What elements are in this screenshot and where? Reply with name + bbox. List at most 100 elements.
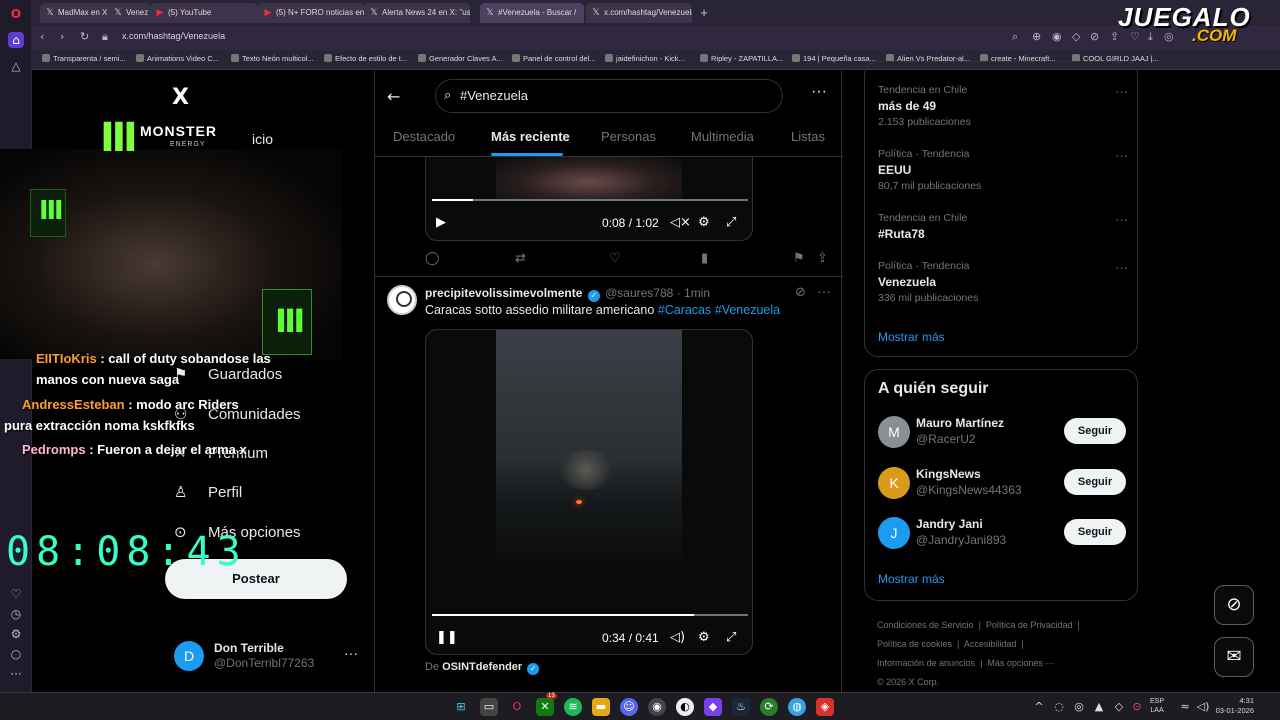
follow-button[interactable]: Seguir xyxy=(1064,519,1126,545)
follow-button[interactable]: Seguir xyxy=(1064,418,1126,444)
repost-icon[interactable]: ⇄ xyxy=(515,251,526,266)
tray-icon[interactable]: ◌ xyxy=(1050,698,1068,716)
search-input[interactable] xyxy=(460,88,760,103)
tray-chevron-icon[interactable]: ^ xyxy=(1030,698,1048,716)
more-icon[interactable]: ··· xyxy=(1115,148,1128,163)
fullscreen-icon[interactable]: ⤢ xyxy=(726,630,736,645)
messages-icon[interactable]: ✉ xyxy=(1214,637,1254,677)
bookmark-item[interactable]: Animations Video C... xyxy=(136,54,219,63)
avatar[interactable] xyxy=(387,285,417,315)
trend-item[interactable]: Tendencia en Chile más de 49 2.153 publi… xyxy=(878,84,1128,128)
follow-suggestion[interactable]: J Jandry Jani @JandryJani893 Seguir xyxy=(878,515,1128,551)
source-account-link[interactable]: OSINTdefender xyxy=(442,661,522,673)
bookmark-item[interactable]: Transparenta / semi... xyxy=(42,54,126,63)
new-tab-button[interactable]: + xyxy=(696,5,712,21)
zoom-icon[interactable]: ⊕ xyxy=(1032,30,1041,43)
post-time[interactable]: 1min xyxy=(684,286,710,300)
trend-item[interactable]: Tendencia en Chile #Ruta78 ··· xyxy=(878,212,1128,241)
x-logo-icon[interactable]: X xyxy=(172,85,189,110)
settings-icon[interactable]: ⚙ xyxy=(698,630,710,645)
tray-icon[interactable]: ◎ xyxy=(1070,698,1088,716)
footer-link[interactable]: Política de Privacidad xyxy=(986,620,1073,630)
discord-icon[interactable]: ☺ xyxy=(620,698,638,716)
obs-icon[interactable]: ◉ xyxy=(648,698,666,716)
heart-icon[interactable]: ♡ xyxy=(8,586,24,602)
folder-icon[interactable]: ▬ xyxy=(592,698,610,716)
author-name[interactable]: precipitevolissimevolmente xyxy=(425,286,582,300)
browser-tab[interactable]: ▶ (5) N+ FORO noticias en xyxy=(258,3,364,23)
footer-link[interactable]: Más opciones ··· xyxy=(987,658,1054,668)
bookmark-item[interactable]: 194 | Pequeña casa... xyxy=(792,54,876,63)
more-icon[interactable]: ··· xyxy=(1115,84,1128,99)
footer-link[interactable]: Información de anuncios xyxy=(877,658,975,668)
browser-tab-active[interactable]: 𝕏 #Venezuela - Buscar / xyxy=(480,3,584,23)
browser-tab[interactable]: ▶ (5) YouTube xyxy=(150,3,258,23)
app-icon[interactable]: ◐ xyxy=(676,698,694,716)
tab-listas[interactable]: Listas xyxy=(791,129,825,144)
tab-destacado[interactable]: Destacado xyxy=(393,129,455,144)
settings-icon[interactable]: ⚙ xyxy=(8,626,24,642)
search-icon[interactable]: ⌕ xyxy=(1012,30,1018,44)
more-icon[interactable]: ··· xyxy=(817,283,831,299)
tray-icon[interactable]: ▲ xyxy=(1090,698,1108,716)
fullscreen-icon[interactable]: ⤢ xyxy=(726,215,736,230)
show-more-link[interactable]: Mostrar más xyxy=(878,572,945,586)
share-icon[interactable]: ⇪ xyxy=(817,251,828,266)
more-icon[interactable]: ··· xyxy=(1115,212,1128,227)
nav-item-perfil[interactable]: ♙ Perfil xyxy=(174,483,242,511)
pause-icon[interactable]: ❚❚ xyxy=(436,630,458,645)
mute-icon[interactable]: ◁× xyxy=(670,215,691,230)
bookmark-item[interactable]: Efecto de estilo de t... xyxy=(324,54,407,63)
task-view-icon[interactable]: ▭ xyxy=(480,698,498,716)
account-switcher[interactable]: D Don Terrible @DonTerribl77263 ··· xyxy=(174,637,364,677)
search-box[interactable]: ⌕ xyxy=(435,79,783,113)
microphone-icon[interactable]: ⊙ xyxy=(1128,698,1146,716)
steam-icon[interactable]: ♨ xyxy=(732,698,750,716)
camera-icon[interactable]: ◉ xyxy=(1052,30,1062,43)
xbox-icon[interactable]: ✕ xyxy=(536,698,554,716)
author-handle[interactable]: @saures788 xyxy=(605,286,673,300)
browser-tab[interactable]: 𝕏x.com/hashtag/Venezuela xyxy=(586,3,692,23)
browser-tab[interactable]: 𝕏 Alerta News 24 en X: "us xyxy=(364,3,470,23)
app-icon[interactable]: ◆ xyxy=(704,698,722,716)
block-icon[interactable]: ⊘ xyxy=(1090,30,1099,43)
windows-start-icon[interactable]: ⊞ xyxy=(452,698,470,716)
bookmark-item[interactable]: Texto Neón multicol... xyxy=(231,54,314,63)
footer-link[interactable]: Accesibilidad xyxy=(964,639,1017,649)
home-icon[interactable]: ⌂ xyxy=(8,32,24,48)
shield-icon[interactable]: ◇ xyxy=(1072,30,1080,43)
url-field[interactable]: x.com/hashtag/Venezuela xyxy=(122,31,225,41)
more-icon[interactable]: ··· xyxy=(8,666,24,682)
volume-icon[interactable]: ◁) xyxy=(670,630,685,645)
language-indicator[interactable]: ESP LAA xyxy=(1150,697,1164,715)
video-player[interactable]: ❚❚ 0:34 / 0:41 ◁) ⚙ ⤢ xyxy=(425,329,753,655)
bookmark-item[interactable]: Ripley - ZAPATILLA... xyxy=(700,54,783,63)
back-arrow-icon[interactable]: ← xyxy=(387,87,400,106)
more-icon[interactable]: ··· xyxy=(344,645,358,661)
wifi-icon[interactable]: ≈ xyxy=(1176,698,1194,716)
app-icon[interactable]: ⟳ xyxy=(760,698,778,716)
follow-suggestion[interactable]: M Mauro Martínez @RacerU2 Seguir xyxy=(878,414,1128,450)
lightbulb-icon[interactable]: ○ xyxy=(8,646,24,662)
settings-icon[interactable]: ⚙ xyxy=(698,215,710,230)
back-icon[interactable]: ‹ xyxy=(40,30,44,43)
show-more-link[interactable]: Mostrar más xyxy=(878,330,945,344)
nav-item-guardados[interactable]: ⚑ Guardados xyxy=(174,365,282,393)
browser-tab[interactable]: 𝕏 Venez xyxy=(108,3,148,23)
forward-icon[interactable]: › xyxy=(60,30,64,43)
opera-icon[interactable]: O xyxy=(508,698,526,716)
more-icon[interactable]: ··· xyxy=(811,83,827,101)
tab-mas-reciente[interactable]: Más reciente xyxy=(491,129,570,144)
reply-icon[interactable]: ◯ xyxy=(425,251,440,266)
follow-suggestion[interactable]: K KingsNews @KingsNews44363 Seguir xyxy=(878,465,1128,501)
system-clock[interactable]: 4:31 03-01-2026 xyxy=(1210,696,1254,716)
bookmark-item[interactable]: Generador Claves A... xyxy=(418,54,503,63)
views-icon[interactable]: ▮ xyxy=(701,251,708,266)
tab-personas[interactable]: Personas xyxy=(601,129,656,144)
more-icon[interactable]: ··· xyxy=(1115,260,1128,275)
footer-link[interactable]: Política de cookies xyxy=(877,639,952,649)
video-progress[interactable] xyxy=(432,199,748,201)
hashtag-link[interactable]: #Venezuela xyxy=(715,303,780,317)
like-icon[interactable]: ♡ xyxy=(609,251,621,266)
video-player[interactable]: ▶ 0:08 / 1:02 ◁× ⚙ ⤢ xyxy=(425,157,753,241)
